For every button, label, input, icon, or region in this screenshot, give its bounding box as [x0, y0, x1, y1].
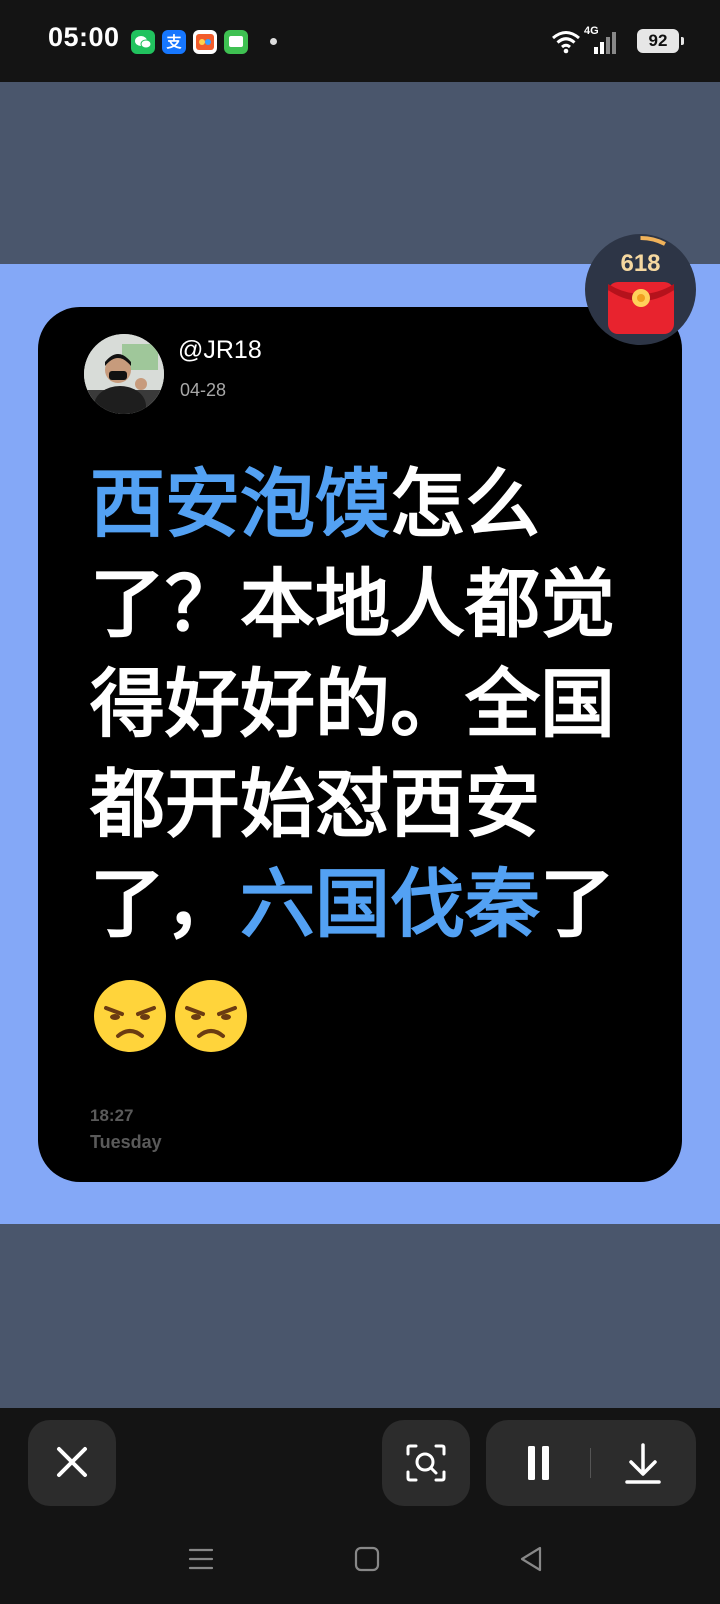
messages-icon [224, 30, 248, 54]
status-bar: 05:00 支 4G 92 [0, 0, 720, 82]
promo-618-button[interactable]: 618 [585, 234, 696, 345]
more-notifications-dot [270, 38, 277, 45]
post-text-line-5: 了，六国伐秦了 [90, 860, 616, 948]
highlight-keyword: 西安泡馍 [90, 460, 391, 548]
card-time: 18:27 [90, 1106, 134, 1125]
image-search-button[interactable] [382, 1420, 470, 1506]
wechat-icon [131, 30, 155, 54]
alipay-icon: 支 [162, 30, 186, 54]
annoyed-face-icon [94, 980, 166, 1052]
post-text-line-1: 西安泡馍怎么 [90, 460, 541, 548]
menu-icon[interactable] [186, 1544, 216, 1574]
system-nav-bar [0, 1516, 720, 1604]
close-button[interactable] [28, 1420, 116, 1506]
battery-indicator: 92 [637, 29, 684, 53]
post-text-line-4: 都开始怼西安 [90, 760, 541, 848]
post-text-line-3: 得好好的。全国 [90, 660, 616, 748]
close-icon [57, 1447, 87, 1477]
status-time: 05:00 [48, 22, 120, 52]
post-username: @JR18 [178, 336, 262, 364]
wifi-icon [552, 31, 580, 54]
home-icon[interactable] [352, 1544, 382, 1574]
back-icon[interactable] [516, 1544, 546, 1574]
download-icon [625, 1443, 661, 1484]
cellular-signal-icon [594, 32, 616, 54]
red-envelope-icon [608, 282, 674, 334]
image-search-icon [406, 1444, 446, 1482]
highlight-keyword: 六国伐秦 [240, 860, 541, 948]
user-avatar [84, 334, 164, 414]
post-text-line-2: 了？本地人都觉 [90, 560, 616, 648]
media-controls [486, 1420, 696, 1506]
pause-button[interactable] [486, 1420, 590, 1506]
game-icon [193, 30, 217, 54]
card-weekday: Tuesday [90, 1132, 162, 1152]
post-date: 04-28 [180, 380, 227, 400]
download-button[interactable] [591, 1420, 696, 1506]
annoyed-face-icon [175, 980, 247, 1052]
bottom-toolbar [0, 1408, 720, 1516]
pause-icon [528, 1446, 549, 1480]
